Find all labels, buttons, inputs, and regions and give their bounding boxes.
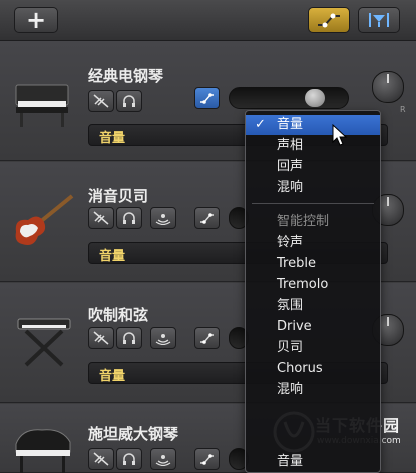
top-toolbar: + bbox=[0, 0, 416, 41]
solo-button[interactable] bbox=[116, 448, 142, 470]
menu-item-volume-2[interactable]: 音量 bbox=[246, 452, 380, 472]
electric-bass-icon bbox=[15, 194, 74, 245]
track-name: 消音贝司 bbox=[88, 187, 149, 205]
mute-icon bbox=[93, 94, 109, 108]
menu-separator bbox=[252, 203, 374, 204]
solo-button[interactable] bbox=[116, 90, 142, 112]
menu-item-reverb-smart[interactable]: 混响 bbox=[246, 380, 380, 400]
smart-controls-button[interactable] bbox=[358, 7, 400, 33]
pan-right-label: R bbox=[400, 105, 406, 114]
menu-item-pan[interactable]: 声相 bbox=[246, 136, 380, 156]
mute-icon bbox=[93, 211, 109, 225]
input-monitor-icon bbox=[155, 214, 171, 225]
menu-section-header: 智能控制 bbox=[277, 214, 330, 229]
mute-icon bbox=[93, 331, 109, 345]
checkmark-icon: ✓ bbox=[255, 117, 266, 132]
dropdown-value: 音量 bbox=[99, 369, 126, 384]
automation-icon bbox=[200, 333, 214, 344]
menu-item-ambience[interactable]: 氛围 bbox=[246, 296, 380, 316]
track-name: 吹制和弦 bbox=[88, 306, 149, 324]
pan-knob[interactable] bbox=[372, 71, 404, 103]
smart-controls-icon bbox=[369, 13, 389, 27]
mouse-pointer-icon bbox=[332, 124, 348, 146]
menu-item-tremolo[interactable]: Tremolo bbox=[246, 275, 380, 295]
keyboard-stand-icon bbox=[17, 318, 71, 367]
automation-icon bbox=[200, 213, 214, 224]
automation-icon bbox=[200, 454, 214, 465]
record-enable-button[interactable] bbox=[150, 448, 176, 470]
track-automation-button[interactable] bbox=[194, 327, 220, 349]
mute-icon bbox=[93, 452, 109, 466]
headphones-icon bbox=[123, 212, 135, 224]
mute-button[interactable] bbox=[88, 327, 114, 349]
automation-toggle-button[interactable] bbox=[308, 7, 350, 33]
input-monitor-icon bbox=[155, 334, 171, 345]
volume-fader-knob[interactable] bbox=[305, 89, 325, 107]
input-monitor-icon bbox=[155, 455, 171, 466]
record-enable-button[interactable] bbox=[150, 207, 176, 229]
menu-item-label: 音量 bbox=[277, 117, 304, 132]
mute-button[interactable] bbox=[88, 448, 114, 470]
menu-item-drive[interactable]: Drive bbox=[246, 317, 380, 337]
menu-item-reverb[interactable]: 混响 bbox=[246, 178, 380, 198]
automation-icon bbox=[200, 93, 214, 104]
record-enable-button[interactable] bbox=[150, 327, 176, 349]
menu-item-chorus[interactable]: Chorus bbox=[246, 359, 380, 379]
dropdown-value: 音量 bbox=[99, 131, 126, 146]
headphones-icon bbox=[123, 95, 135, 107]
volume-fader[interactable] bbox=[229, 87, 349, 109]
track-name: 施坦威大钢琴 bbox=[88, 425, 179, 443]
track-name: 经典电钢琴 bbox=[88, 67, 164, 85]
track-automation-button[interactable] bbox=[194, 207, 220, 229]
mute-button[interactable] bbox=[88, 207, 114, 229]
solo-button[interactable] bbox=[116, 207, 142, 229]
automation-icon bbox=[318, 13, 340, 28]
track-automation-button[interactable] bbox=[194, 448, 220, 470]
menu-item-echo[interactable]: 回声 bbox=[246, 157, 380, 177]
headphones-icon bbox=[123, 332, 135, 344]
menu-item-bell[interactable]: 铃声 bbox=[246, 233, 380, 253]
dropdown-value: 音量 bbox=[99, 249, 126, 264]
electric-piano-icon bbox=[15, 84, 69, 127]
mute-button[interactable] bbox=[88, 90, 114, 112]
solo-button[interactable] bbox=[116, 327, 142, 349]
parameter-popup-menu[interactable]: ✓ 音量 声相 回声 混响 智能控制 铃声 Treble Tremolo 氛围 … bbox=[245, 110, 381, 473]
menu-item-volume[interactable]: ✓ 音量 bbox=[246, 115, 380, 135]
add-track-button[interactable]: + bbox=[14, 7, 58, 33]
grand-piano-icon bbox=[15, 429, 71, 473]
menu-item-bass[interactable]: 贝司 bbox=[246, 338, 380, 358]
track-automation-button[interactable] bbox=[194, 87, 220, 109]
headphones-icon bbox=[123, 453, 135, 465]
menu-item-treble[interactable]: Treble bbox=[246, 254, 380, 274]
